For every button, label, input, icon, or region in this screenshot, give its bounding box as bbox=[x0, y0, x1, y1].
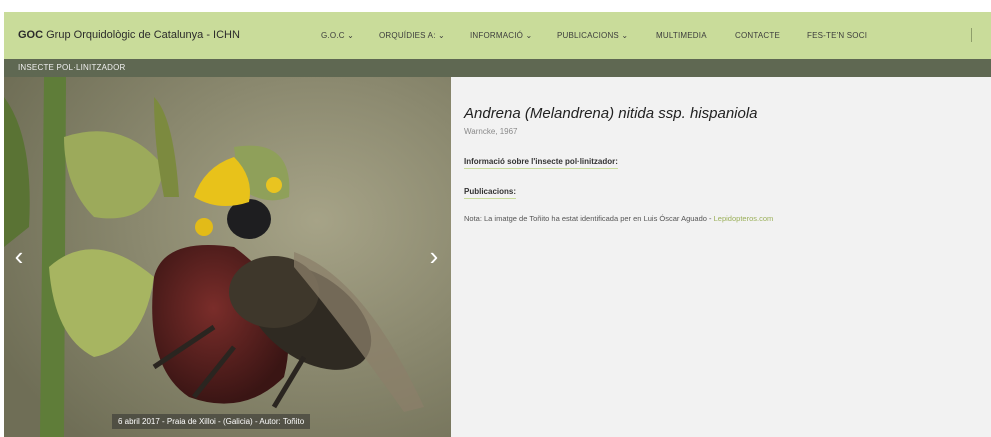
note-text: Nota: La imatge de Toñito ha estat ident… bbox=[464, 214, 712, 223]
photo-slider: ‹ › 6 abril 2017 - Praia de Xilloi - (Ga… bbox=[4, 77, 451, 437]
section-publications: Publicacions: bbox=[464, 187, 517, 199]
breadcrumb-label: INSECTE POL·LINITZADOR bbox=[18, 63, 126, 72]
nav-item-fes-te-soci[interactable]: FES-TE'N SOCI bbox=[807, 31, 867, 40]
chevron-right-icon[interactable]: › bbox=[425, 243, 443, 269]
site-brand[interactable]: GOC Grup Orquidològic de Catalunya - ICH… bbox=[18, 29, 240, 41]
nav-divider bbox=[971, 28, 972, 42]
chevron-left-icon[interactable]: ‹ bbox=[10, 243, 28, 269]
lepidopteros-link[interactable]: Lepidopteros.com bbox=[714, 214, 774, 223]
section-insect-info: Informació sobre l'insecte pol·linitzado… bbox=[464, 157, 618, 169]
nav-item-multimedia[interactable]: MULTIMEDIA bbox=[656, 31, 707, 40]
nav-item-goc[interactable]: G.O.C ⌄ bbox=[321, 31, 354, 40]
brand-short: GOC bbox=[18, 29, 44, 41]
nav-item-publicacions[interactable]: PUBLICACIONS ⌄ bbox=[557, 31, 628, 40]
insect-photo bbox=[4, 77, 451, 437]
species-author: Warncke, 1967 bbox=[464, 127, 518, 136]
photo-caption: 6 abril 2017 - Praia de Xilloi - (Galici… bbox=[112, 414, 311, 429]
nav-item-contacte[interactable]: CONTACTE bbox=[735, 31, 780, 40]
breadcrumb: INSECTE POL·LINITZADOR bbox=[4, 59, 991, 77]
species-title: Andrena (Melandrena) nitida ssp. hispani… bbox=[464, 105, 758, 122]
identification-note: Nota: La imatge de Toñito ha estat ident… bbox=[464, 214, 773, 223]
nav-item-orquidies[interactable]: ORQUÍDIES A: ⌄ bbox=[379, 31, 445, 40]
nav-item-informacio[interactable]: INFORMACIÓ ⌄ bbox=[470, 31, 532, 40]
top-navigation: GOC Grup Orquidològic de Catalunya - ICH… bbox=[4, 12, 991, 60]
brand-name: Grup Orquidològic de Catalunya - ICHN bbox=[46, 29, 240, 41]
insect-detail-panel: Andrena (Melandrena) nitida ssp. hispani… bbox=[451, 77, 991, 437]
